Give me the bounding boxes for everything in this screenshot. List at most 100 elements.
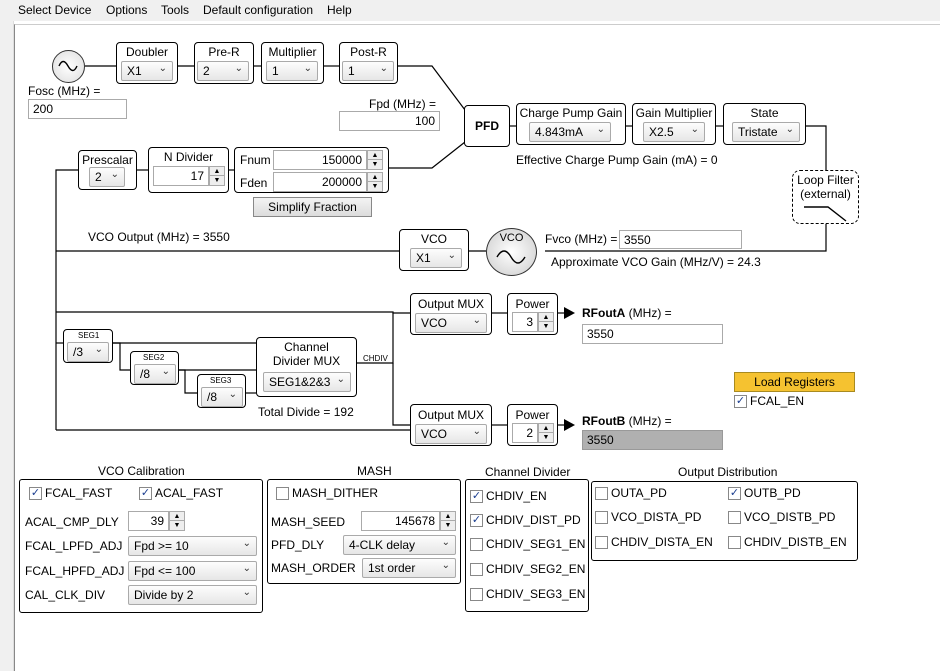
fcal-lpfd-select[interactable]: Fpd >= 10 ⌄	[128, 536, 257, 556]
channel-divider-title: Channel Divider	[485, 465, 571, 479]
fosc-input[interactable]: 200	[28, 99, 127, 119]
spin-down-icon[interactable]: ▼	[368, 182, 382, 191]
chdiv-dist-pd-checkbox[interactable]: ✓	[470, 514, 483, 527]
fcal-fast-label: FCAL_FAST	[45, 486, 113, 500]
ndivider-input[interactable]: 17	[153, 166, 209, 186]
spin-up-icon[interactable]: ▲	[368, 173, 382, 182]
spin-down-icon[interactable]: ▼	[539, 433, 553, 442]
fden-spinner[interactable]: ▲ ▼	[367, 172, 383, 192]
power-b-input[interactable]: 2	[512, 423, 538, 443]
multiplier-select[interactable]: 1 ⌄	[266, 61, 318, 81]
vco-icon: VCO	[486, 228, 537, 276]
spin-down-icon[interactable]: ▼	[441, 521, 455, 530]
cal-clk-div-label: CAL_CLK_DIV	[25, 588, 106, 602]
spin-down-icon[interactable]: ▼	[368, 160, 382, 169]
fraction-block: Fnum 150000 ▲ ▼ Fden 200000 ▲ ▼	[234, 147, 389, 193]
ndivider-spinner[interactable]: ▲ ▼	[209, 166, 225, 186]
spin-down-icon[interactable]: ▼	[210, 176, 224, 185]
loop-filter-line2: (external)	[800, 187, 851, 201]
vco-doubler-select[interactable]: X1 ⌄	[410, 248, 462, 268]
seg1-select[interactable]: /3 ⌄	[67, 342, 109, 362]
charge-pump-select[interactable]: 4.843mA ⌄	[529, 122, 611, 142]
output-mux-b-select[interactable]: VCO ⌄	[415, 424, 487, 444]
state-block: State Tristate ⌄	[723, 103, 806, 145]
seg3-title: SEG3	[210, 376, 232, 385]
effective-cp-value: 0	[710, 153, 718, 167]
gain-multiplier-select[interactable]: X2.5 ⌄	[643, 122, 705, 142]
output-mux-a-block: Output MUX VCO ⌄	[410, 293, 492, 335]
fcal-fast-checkbox[interactable]: ✓	[29, 487, 42, 500]
chdiv-seg2-en-checkbox[interactable]	[470, 563, 483, 576]
chdiv-dista-en-checkbox[interactable]	[595, 536, 608, 549]
chdiv-distb-en-checkbox[interactable]	[728, 536, 741, 549]
power-a-block: Power 3 ▲ ▼	[507, 293, 558, 335]
chdiv-en-checkbox[interactable]: ✓	[470, 490, 483, 503]
mash-seed-input[interactable]: 145678	[361, 511, 440, 531]
chdiv-distb-en-label: CHDIV_DISTB_EN	[744, 535, 847, 549]
pfd-dly-select[interactable]: 4-CLK delay ⌄	[343, 535, 456, 555]
spin-up-icon[interactable]: ▲	[539, 424, 553, 433]
spin-up-icon[interactable]: ▲	[368, 151, 382, 160]
seg3-select[interactable]: /8 ⌄	[201, 387, 243, 407]
spin-down-icon[interactable]: ▼	[170, 521, 184, 530]
spin-up-icon[interactable]: ▲	[539, 313, 553, 322]
fcal-en-checkbox[interactable]: ✓	[734, 395, 747, 408]
spin-up-icon[interactable]: ▲	[210, 167, 224, 176]
acal-cmp-dly-input[interactable]: 39	[128, 511, 169, 531]
fnum-input[interactable]: 150000	[273, 150, 367, 170]
vco-dista-pd-checkbox[interactable]	[595, 511, 608, 524]
doubler-value: X1	[127, 64, 142, 78]
power-a-input[interactable]: 3	[512, 312, 538, 332]
state-select[interactable]: Tristate ⌄	[732, 122, 800, 142]
prescalar-select[interactable]: 2 ⌄	[89, 167, 125, 187]
seg2-select[interactable]: /8 ⌄	[134, 364, 176, 384]
chdiv-seg1-en-checkbox[interactable]	[470, 538, 483, 551]
channel-mux-select[interactable]: SEG1&2&3 ⌄	[263, 372, 351, 392]
outb-pd-checkbox[interactable]: ✓	[728, 487, 741, 500]
pfd-block: PFD	[464, 105, 510, 147]
simplify-fraction-button[interactable]: Simplify Fraction	[253, 197, 372, 217]
chdiv-seg3-en-checkbox[interactable]	[470, 588, 483, 601]
chevron-down-icon: ⌄	[303, 63, 312, 74]
mash-order-label: MASH_ORDER	[271, 561, 356, 575]
fcal-hpfd-select[interactable]: Fpd <= 100 ⌄	[128, 561, 257, 581]
vco-distb-pd-checkbox[interactable]	[728, 511, 741, 524]
chevron-down-icon: ⌄	[110, 169, 119, 180]
fcal-lpfd-value: Fpd >= 10	[134, 539, 189, 553]
channel-mux-line2: Divider MUX	[272, 354, 341, 368]
total-divide-label: Total Divide = 192	[258, 405, 354, 419]
mash-seed-spinner[interactable]: ▲ ▼	[440, 511, 456, 531]
fden-input[interactable]: 200000	[273, 172, 367, 192]
output-mux-b-title: Output MUX	[417, 408, 485, 422]
postr-select[interactable]: 1 ⌄	[342, 61, 394, 81]
doubler-title: Doubler	[125, 45, 169, 59]
mash-order-select[interactable]: 1st order ⌄	[362, 558, 456, 578]
fden-label: Fden	[240, 176, 268, 190]
prer-value: 2	[203, 64, 210, 78]
chevron-down-icon: ⌄	[379, 63, 388, 74]
spin-up-icon[interactable]: ▲	[170, 512, 184, 521]
rfouta-label: RFoutA (MHz) =	[582, 306, 672, 320]
chevron-down-icon: ⌄	[158, 63, 167, 74]
fvco-label: Fvco (MHz) =	[545, 232, 618, 246]
acal-fast-checkbox[interactable]: ✓	[139, 487, 152, 500]
rfoutb-label: RFoutB (MHz) =	[582, 414, 672, 428]
cal-clk-div-select[interactable]: Divide by 2 ⌄	[128, 585, 257, 605]
acal-cmp-dly-spinner[interactable]: ▲ ▼	[169, 511, 185, 531]
seg2-title: SEG2	[143, 353, 165, 362]
ndivider-block: N Divider 17 ▲ ▼	[148, 147, 229, 193]
acal-fast-label: ACAL_FAST	[155, 486, 224, 500]
power-b-spinner[interactable]: ▲ ▼	[538, 423, 554, 443]
output-mux-a-select[interactable]: VCO ⌄	[415, 313, 487, 333]
load-registers-button[interactable]: Load Registers	[734, 372, 855, 392]
chevron-down-icon: ⌄	[94, 344, 103, 355]
spin-down-icon[interactable]: ▼	[539, 322, 553, 331]
power-a-spinner[interactable]: ▲ ▼	[538, 312, 554, 332]
output-mux-b-value: VCO	[421, 427, 448, 441]
prer-select[interactable]: 2 ⌄	[197, 61, 249, 81]
fnum-spinner[interactable]: ▲ ▼	[367, 150, 383, 170]
spin-up-icon[interactable]: ▲	[441, 512, 455, 521]
mash-dither-checkbox[interactable]	[276, 487, 289, 500]
outa-pd-checkbox[interactable]	[595, 487, 608, 500]
doubler-select[interactable]: X1 ⌄	[121, 61, 173, 81]
